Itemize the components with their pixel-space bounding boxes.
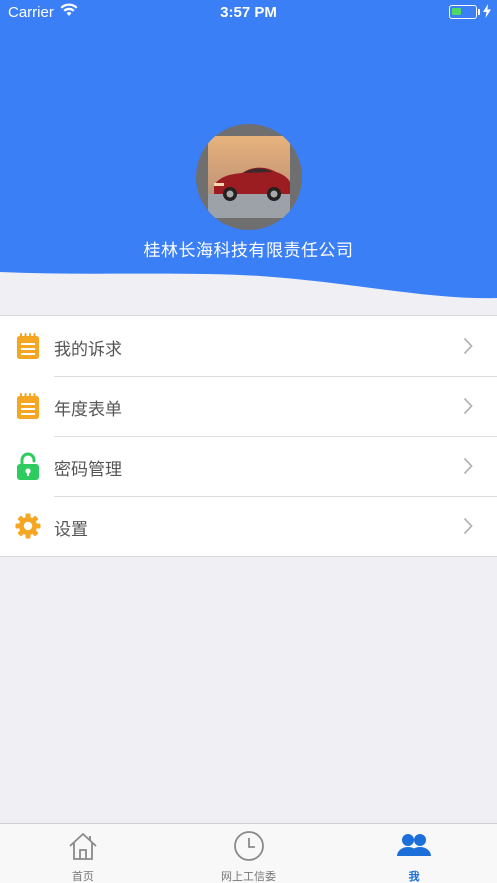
users-icon: [397, 834, 432, 856]
notepad-icon: [17, 393, 39, 419]
clock-time: 3:57 PM: [220, 4, 277, 21]
chevron-right-icon: [463, 517, 473, 535]
status-bar: Carrier 3:57 PM: [0, 0, 497, 26]
tab-label: 首页: [71, 870, 94, 883]
battery-cap: [478, 9, 480, 15]
home-icon: [69, 833, 97, 860]
tab-label: 网上工信委: [221, 870, 276, 883]
menu-item-label: 设置: [54, 520, 88, 540]
menu-item-label: 我的诉求: [54, 340, 122, 360]
menu-item-annual-forms[interactable]: 年度表单: [0, 376, 497, 436]
company-name: 桂林长海科技有限责任公司: [143, 241, 354, 261]
chevron-right-icon: [463, 337, 473, 355]
avatar-car-photo: [208, 136, 290, 218]
gear-icon: [15, 513, 41, 539]
tab-online-bureau[interactable]: 网上工信委: [166, 824, 332, 883]
battery-icon: [449, 5, 477, 19]
unlocked-padlock-icon: [17, 452, 39, 480]
tab-label: 我: [408, 870, 420, 883]
avatar[interactable]: [196, 124, 302, 230]
chevron-right-icon: [463, 397, 473, 415]
tab-me[interactable]: 我: [331, 824, 497, 883]
menu-item-label: 年度表单: [54, 400, 122, 420]
menu-item-label: 密码管理: [54, 460, 122, 480]
menu-item-settings[interactable]: 设置: [0, 496, 497, 556]
menu-item-password-management[interactable]: 密码管理: [0, 436, 497, 496]
settings-menu: 我的诉求 年度表单 密码管理 设置: [0, 315, 497, 557]
tab-home[interactable]: 首页: [0, 824, 166, 883]
charging-bolt-icon: [483, 4, 491, 18]
chevron-right-icon: [463, 457, 473, 475]
tab-bar: 首页 网上工信委 我: [0, 823, 497, 883]
menu-item-my-appeals[interactable]: 我的诉求: [0, 316, 497, 376]
notepad-icon: [17, 333, 39, 359]
clock-icon: [233, 831, 264, 861]
